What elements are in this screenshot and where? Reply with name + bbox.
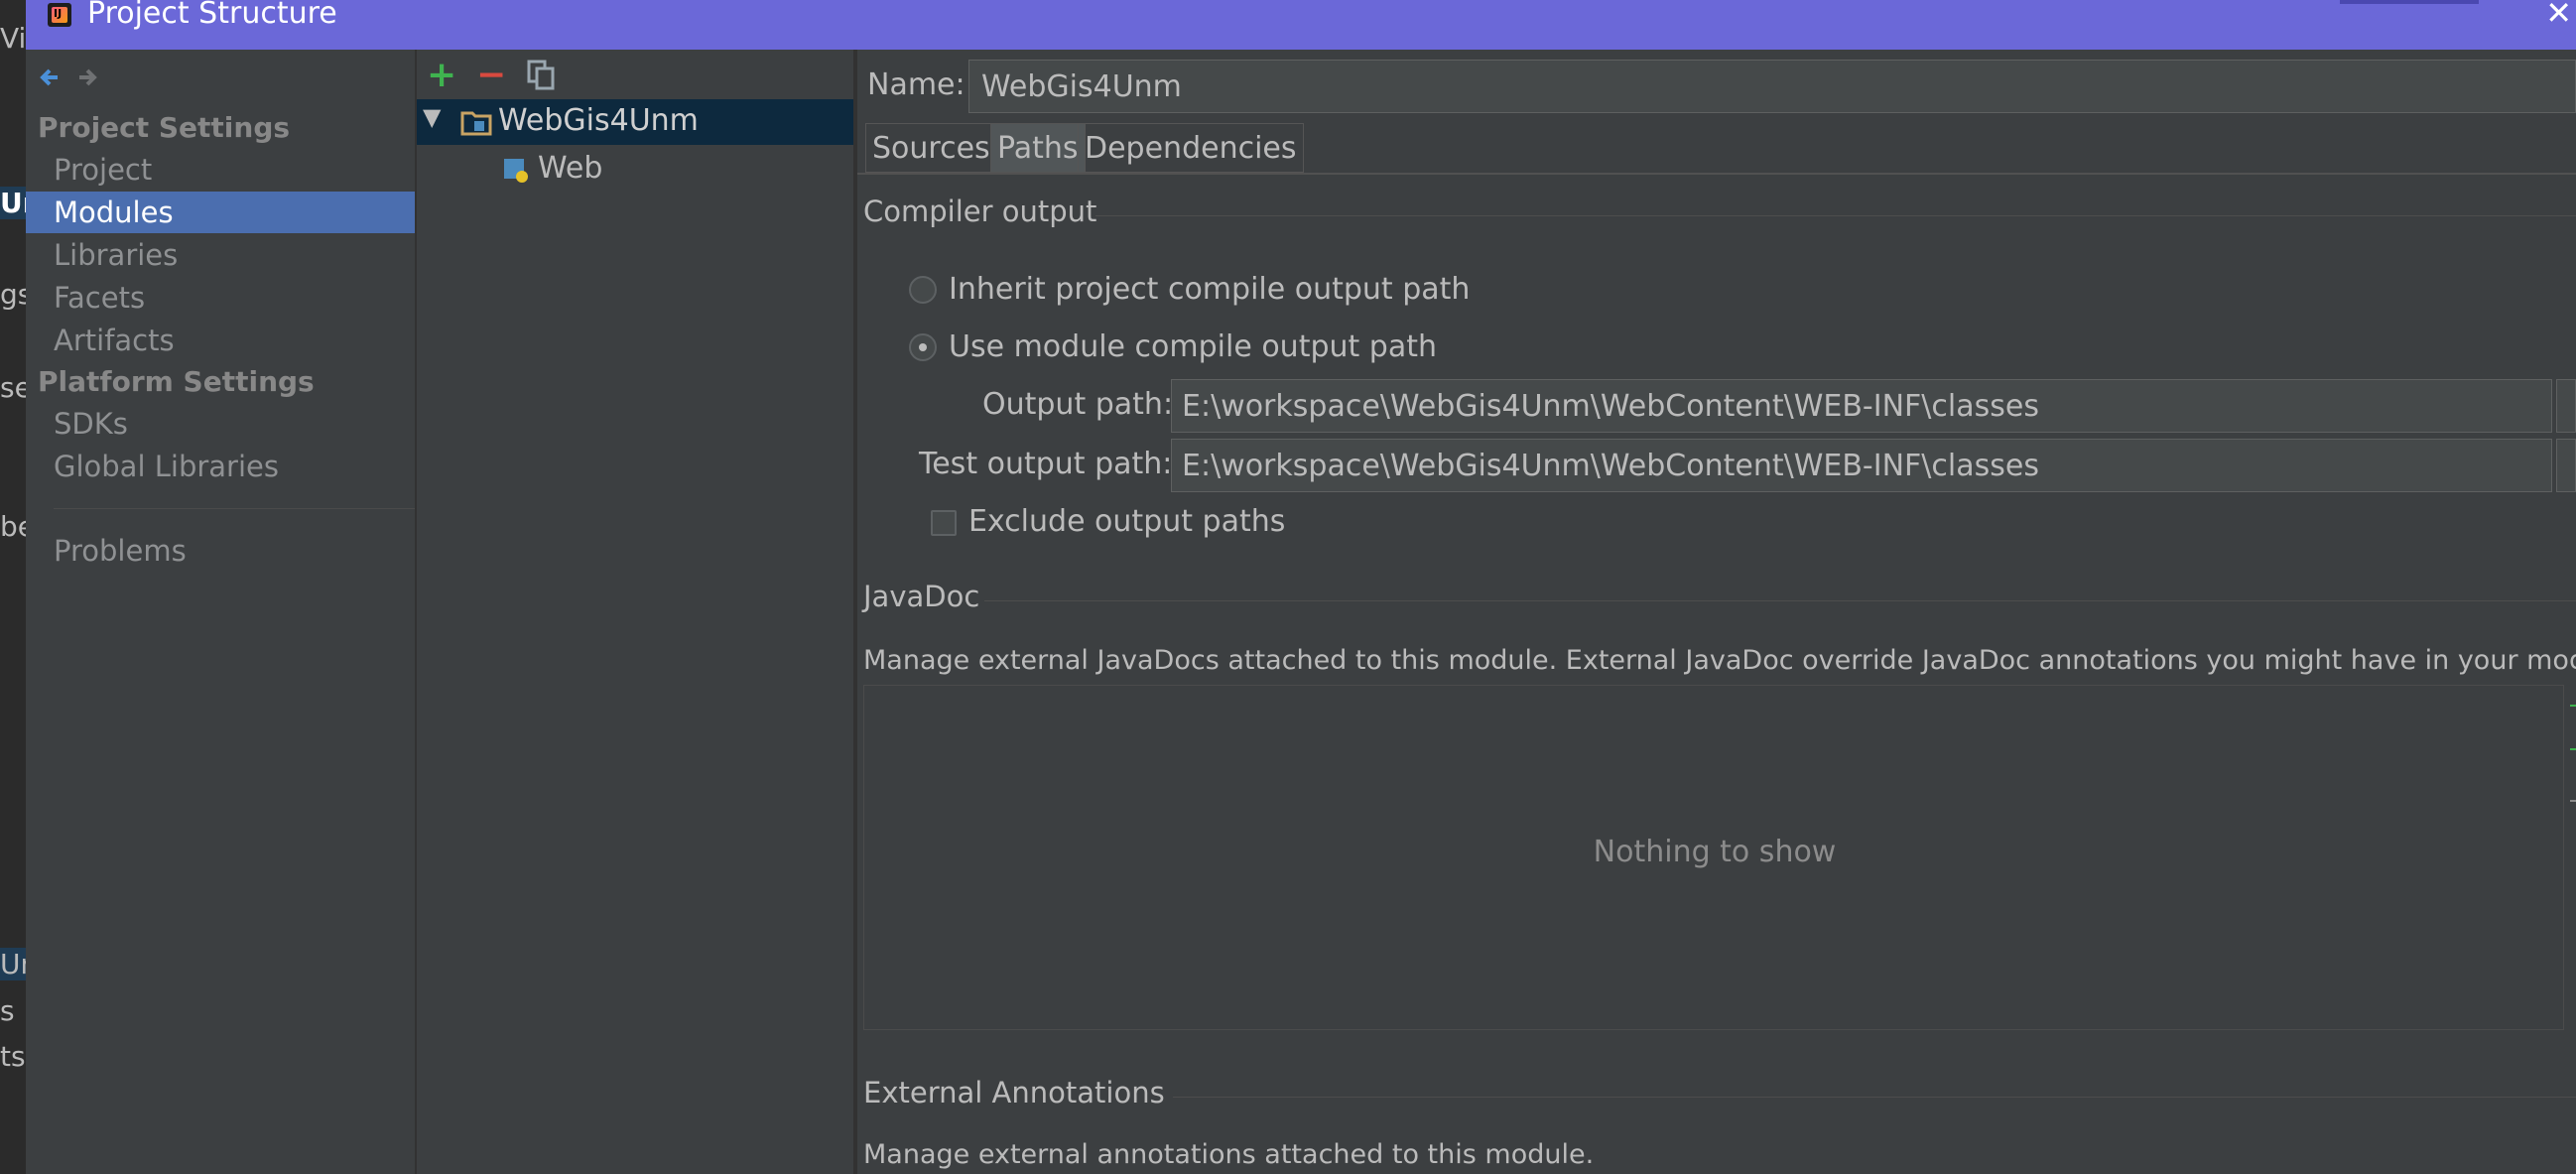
javadoc-description: Manage external JavaDocs attached to thi…	[863, 645, 2576, 676]
module-settings-panel: Name: Sources Paths Dependencies Compile…	[857, 50, 2576, 1174]
web-facet-icon	[504, 159, 528, 183]
nav-item-facets[interactable]: Facets	[26, 277, 415, 319]
tab-paths[interactable]: Paths	[990, 123, 1086, 173]
nav-item-global-libraries[interactable]: Global Libraries	[26, 446, 415, 487]
test-output-path-label: Test output path:	[919, 447, 1173, 481]
platform-settings-header: Platform Settings	[38, 365, 315, 398]
exclude-output-checkbox[interactable]	[931, 510, 957, 536]
inherit-output-radio[interactable]	[909, 276, 937, 304]
dialog-title-bar: Project Structure ✕	[26, 0, 2576, 50]
external-annotations-title: External Annotations	[863, 1076, 1165, 1109]
add-javadoc-icon[interactable]	[2570, 705, 2576, 707]
module-tree-panel: + − ▼ WebGis4Unm Web	[417, 50, 853, 1174]
external-annotations-description: Manage external annotations attached to …	[863, 1139, 1595, 1170]
tab-sources[interactable]: Sources	[865, 123, 997, 173]
inherit-output-label: Inherit project compile output path	[949, 272, 1471, 307]
back-arrow-icon[interactable]	[36, 64, 64, 91]
exclude-output-label: Exclude output paths	[968, 504, 1286, 539]
group-rule	[1173, 1097, 2576, 1098]
dialog-title: Project Structure	[87, 0, 337, 31]
javadoc-list[interactable]: Nothing to show	[863, 685, 2564, 1030]
project-settings-header: Project Settings	[38, 111, 291, 144]
compiler-output-title: Compiler output	[863, 195, 1097, 228]
background-ide-strip: Vig Ur gs se be Un s ts	[0, 0, 44, 1174]
nav-item-problems[interactable]: Problems	[26, 530, 415, 572]
use-module-output-label: Use module compile output path	[949, 329, 1438, 364]
output-path-label: Output path:	[982, 387, 1174, 422]
tree-row-web-facet[interactable]: Web	[417, 147, 853, 193]
background-text-fragment: ts	[0, 1040, 26, 1073]
javadoc-title: JavaDoc	[863, 580, 980, 613]
test-output-path-input[interactable]	[1171, 439, 2552, 492]
nav-item-project[interactable]: Project	[26, 149, 415, 191]
tree-row-module[interactable]: ▼ WebGis4Unm	[417, 99, 853, 145]
intellij-app-icon	[48, 3, 71, 27]
output-path-browse-button[interactable]	[2556, 379, 2576, 433]
group-rule	[984, 600, 2576, 601]
name-label: Name:	[867, 67, 966, 102]
nav-item-libraries[interactable]: Libraries	[26, 234, 415, 276]
tree-label-web: Web	[538, 151, 603, 186]
add-javadoc-url-icon[interactable]	[2570, 748, 2576, 750]
nav-item-artifacts[interactable]: Artifacts	[26, 320, 415, 361]
nav-item-modules[interactable]: Modules	[26, 192, 415, 233]
close-icon[interactable]: ✕	[2545, 0, 2572, 32]
group-rule	[1095, 215, 2576, 216]
remove-javadoc-icon[interactable]	[2570, 800, 2576, 802]
settings-navigation: Project Settings Project Modules Librari…	[26, 50, 415, 1174]
use-module-output-radio[interactable]	[909, 333, 937, 361]
module-folder-icon	[460, 111, 492, 136]
expand-arrow-icon[interactable]: ▼	[423, 103, 441, 131]
nav-item-sdks[interactable]: SDKs	[26, 403, 415, 445]
test-output-path-browse-button[interactable]	[2556, 439, 2576, 492]
forward-arrow-icon[interactable]	[73, 64, 101, 91]
module-name-input[interactable]	[968, 60, 2576, 113]
tree-label-module: WebGis4Unm	[498, 103, 699, 138]
tab-dependencies[interactable]: Dependencies	[1078, 123, 1304, 173]
add-icon[interactable]: +	[427, 58, 456, 93]
nav-separator	[54, 508, 415, 509]
remove-icon[interactable]: −	[476, 58, 506, 93]
background-text-fragment: s	[0, 994, 15, 1027]
title-bar-button[interactable]	[2340, 0, 2479, 4]
empty-list-text: Nothing to show	[1593, 835, 1837, 869]
output-path-input[interactable]	[1171, 379, 2552, 433]
copy-icon[interactable]	[526, 60, 556, 91]
tab-underline	[857, 173, 2576, 175]
